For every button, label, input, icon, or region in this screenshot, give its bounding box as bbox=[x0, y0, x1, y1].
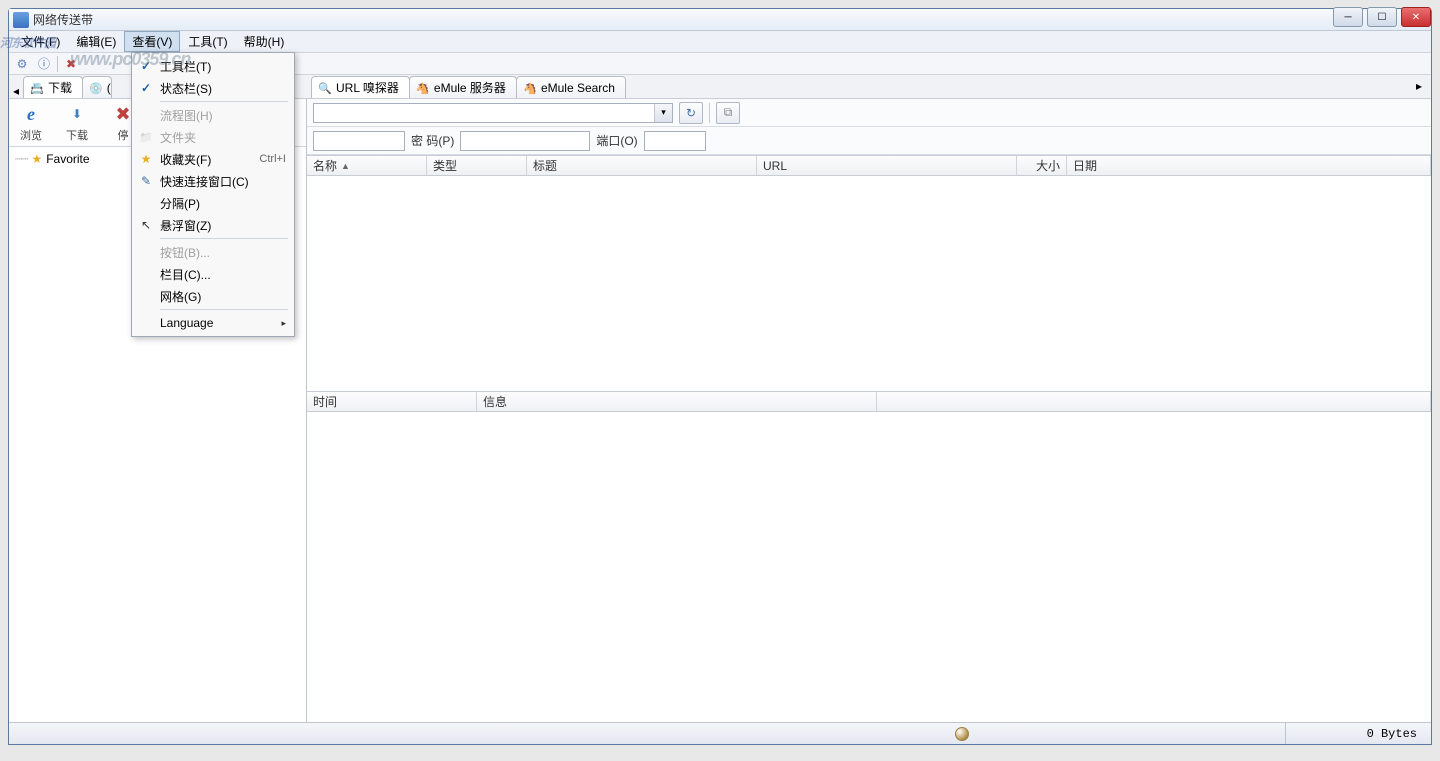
menu-tools[interactable]: 工具(T) bbox=[180, 31, 235, 52]
window-title: 网络传送带 bbox=[33, 11, 1427, 28]
menu-separator bbox=[160, 101, 288, 102]
password-label: 密 码(P) bbox=[411, 132, 454, 149]
menu-statusbar[interactable]: 状态栏(S) bbox=[134, 77, 292, 99]
ie-icon bbox=[19, 102, 43, 126]
auth-row: 密 码(P) 端口(O) bbox=[307, 127, 1431, 155]
col-info[interactable]: 信息 bbox=[477, 392, 877, 411]
star-icon bbox=[31, 152, 42, 166]
tab-label: 下载 bbox=[48, 79, 72, 96]
menu-favorites[interactable]: 收藏夹(F) Ctrl+I bbox=[134, 148, 292, 170]
sort-asc-icon: ▲ bbox=[341, 161, 350, 171]
search-icon bbox=[318, 81, 332, 95]
minimize-button[interactable]: ─ bbox=[1333, 7, 1363, 27]
menu-quickconnect[interactable]: 快速连接窗口(C) bbox=[134, 170, 292, 192]
menu-help[interactable]: 帮助(H) bbox=[236, 31, 293, 52]
tab-label: ( bbox=[107, 81, 111, 95]
emule-icon bbox=[523, 81, 537, 95]
col-type[interactable]: 类型 bbox=[427, 156, 527, 175]
tree-label: Favorite bbox=[46, 152, 89, 166]
log-body[interactable] bbox=[307, 412, 1431, 722]
menu-grid[interactable]: 网格(G) bbox=[134, 285, 292, 307]
user-field[interactable] bbox=[313, 131, 405, 151]
menubar: 文件(F) 编辑(E) 查看(V) 工具(T) 帮助(H) bbox=[9, 31, 1431, 53]
password-field[interactable] bbox=[460, 131, 590, 151]
url-row bbox=[307, 99, 1431, 127]
disk-icon bbox=[89, 81, 103, 95]
tab-label: eMule Search bbox=[541, 81, 615, 95]
printer-icon bbox=[30, 81, 44, 95]
col-date[interactable]: 日期 bbox=[1067, 156, 1431, 175]
right-tab-emule-search[interactable]: eMule Search bbox=[516, 76, 626, 98]
submenu-arrow-icon bbox=[281, 318, 286, 329]
emule-icon bbox=[416, 81, 430, 95]
log-header: 时间 信息 bbox=[307, 392, 1431, 412]
menu-folder: 文件夹 bbox=[134, 126, 292, 148]
right-pane: 密 码(P) 端口(O) 名称▲ 类型 标题 URL 大小 日期 时间 bbox=[307, 99, 1431, 722]
copy-button[interactable] bbox=[716, 102, 740, 124]
edit-icon bbox=[136, 172, 156, 190]
col-size[interactable]: 大小 bbox=[1017, 156, 1067, 175]
grid-body[interactable] bbox=[307, 176, 1431, 391]
info-icon[interactable] bbox=[35, 55, 53, 73]
left-tab-download[interactable]: 下载 bbox=[23, 76, 83, 98]
col-url[interactable]: URL bbox=[757, 156, 1017, 175]
right-tab-sniffer[interactable]: URL 嗅探器 bbox=[311, 76, 410, 98]
app-icon bbox=[13, 12, 29, 28]
check-icon bbox=[136, 79, 156, 97]
gear-icon[interactable] bbox=[13, 55, 31, 73]
url-combo[interactable] bbox=[313, 103, 673, 123]
menu-buttons: 按钮(B)... bbox=[134, 241, 292, 263]
menu-file[interactable]: 文件(F) bbox=[13, 31, 68, 52]
menu-language[interactable]: Language bbox=[134, 312, 292, 334]
col-time[interactable]: 时间 bbox=[307, 392, 477, 411]
port-field[interactable] bbox=[644, 131, 706, 151]
status-orb-icon bbox=[955, 727, 969, 741]
left-tab-2[interactable]: ( bbox=[82, 76, 112, 98]
check-icon bbox=[136, 57, 156, 75]
menu-view[interactable]: 查看(V) bbox=[124, 31, 180, 52]
delete-icon[interactable] bbox=[62, 55, 80, 73]
cursor-icon bbox=[136, 216, 156, 234]
menu-edit[interactable]: 编辑(E) bbox=[68, 31, 124, 52]
refresh-icon bbox=[686, 106, 696, 120]
grid-header: 名称▲ 类型 标题 URL 大小 日期 bbox=[307, 156, 1431, 176]
tab-label: eMule 服务器 bbox=[434, 79, 506, 96]
view-menu-dropdown: 工具栏(T) 状态栏(S) 流程图(H) 文件夹 收藏夹(F) Ctrl+I 快… bbox=[131, 52, 295, 337]
status-bytes: 0 Bytes bbox=[1285, 723, 1425, 744]
col-extra[interactable] bbox=[877, 392, 1431, 411]
titlebar[interactable]: 网络传送带 ─ ☐ ✕ bbox=[9, 9, 1431, 31]
menu-toolbar[interactable]: 工具栏(T) bbox=[134, 55, 292, 77]
star-icon bbox=[136, 150, 156, 168]
browse-button[interactable]: 浏览 bbox=[15, 102, 47, 143]
close-button[interactable]: ✕ bbox=[1401, 7, 1431, 27]
tree-connector: ┈┈ bbox=[15, 152, 27, 166]
tabs-scroll-right[interactable] bbox=[1411, 78, 1427, 94]
download-button[interactable]: 下载 bbox=[61, 102, 93, 143]
maximize-button[interactable]: ☐ bbox=[1367, 7, 1397, 27]
copy-icon bbox=[724, 105, 733, 120]
col-title[interactable]: 标题 bbox=[527, 156, 757, 175]
menu-split[interactable]: 分隔(P) bbox=[134, 192, 292, 214]
menu-flowchart: 流程图(H) bbox=[134, 104, 292, 126]
go-button[interactable] bbox=[679, 102, 703, 124]
statusbar: 0 Bytes bbox=[9, 722, 1431, 744]
col-name[interactable]: 名称▲ bbox=[307, 156, 427, 175]
results-grid: 名称▲ 类型 标题 URL 大小 日期 bbox=[307, 155, 1431, 391]
menu-separator bbox=[160, 309, 288, 310]
menu-columns[interactable]: 栏目(C)... bbox=[134, 263, 292, 285]
menu-floatwin[interactable]: 悬浮窗(Z) bbox=[134, 214, 292, 236]
tab-label: URL 嗅探器 bbox=[336, 79, 399, 96]
right-tab-emule-server[interactable]: eMule 服务器 bbox=[409, 76, 517, 98]
download-icon bbox=[65, 102, 89, 126]
folder-icon bbox=[136, 128, 156, 146]
port-label: 端口(O) bbox=[596, 132, 637, 149]
menu-separator bbox=[160, 238, 288, 239]
chevron-down-icon[interactable] bbox=[654, 104, 672, 122]
log-grid: 时间 信息 bbox=[307, 391, 1431, 722]
